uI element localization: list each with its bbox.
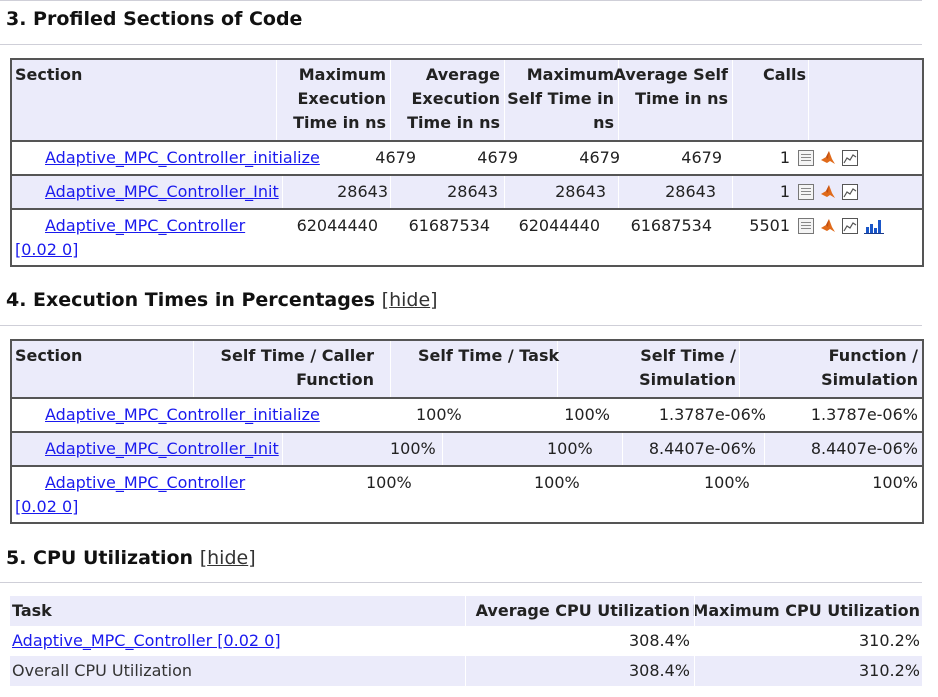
table-row: Adaptive_MPC_Controller_initialize 100% … — [12, 399, 922, 433]
section-link[interactable]: Adaptive_MPC_Controller_initialize — [45, 148, 320, 167]
rate-link[interactable]: [0.02 0] — [15, 240, 78, 259]
table-header: Section Self Time / Caller Function Self… — [12, 341, 922, 399]
section-divider — [0, 582, 922, 583]
avg-exec-value: 28643 — [447, 182, 498, 201]
top-divider — [0, 0, 922, 1]
section-link[interactable]: Adaptive_MPC_Controller_Init — [45, 182, 279, 201]
col-self-task: Self Time / Task — [418, 346, 560, 365]
col-avg-self: Average Self Time in ns — [613, 65, 728, 108]
table-header: Task Average CPU Utilization Maximum CPU… — [10, 596, 922, 626]
table-row: Overall CPU Utilization 308.4% 310.2% — [10, 656, 922, 686]
plot-icon[interactable] — [842, 150, 858, 166]
self-sim-value: 8.4407e-06% — [648, 439, 756, 458]
self-task-value: 100% — [564, 405, 610, 424]
rate-link[interactable]: [0.02 0] — [15, 497, 78, 516]
self-sim-value: 1.3787e-06% — [658, 405, 766, 424]
matlab-icon[interactable] — [820, 150, 836, 166]
col-self-caller: Self Time / Caller Function — [220, 346, 374, 389]
plot-icon[interactable] — [842, 184, 858, 200]
avg-self-value: 28643 — [665, 182, 716, 201]
max-self-value: 62044440 — [518, 216, 600, 235]
table-row: Adaptive_MPC_Controller_Init 28643 28643… — [12, 176, 922, 210]
avg-exec-value: 4679 — [477, 148, 518, 167]
col-task: Task — [12, 601, 52, 620]
self-sim-value: 100% — [704, 473, 750, 492]
table-row: Adaptive_MPC_Controller [0.02 0] 6204444… — [12, 210, 922, 266]
report-icon[interactable] — [798, 184, 814, 200]
task-link[interactable]: Adaptive_MPC_Controller [0.02 0] — [12, 626, 281, 656]
avg-self-value: 4679 — [681, 148, 722, 167]
cpu-utilization-table: Task Average CPU Utilization Maximum CPU… — [10, 596, 922, 688]
section-divider — [0, 44, 922, 45]
report-icon[interactable] — [798, 218, 814, 234]
bar-chart-icon[interactable] — [864, 218, 884, 234]
col-section: Section — [15, 346, 83, 365]
calls-value: 5501 — [749, 216, 790, 235]
hide-toggle: [hide] — [199, 547, 256, 569]
report-icon[interactable] — [798, 150, 814, 166]
section-link[interactable]: Adaptive_MPC_Controller — [45, 473, 245, 492]
table-row: Adaptive_MPC_Controller_Init 100% 100% 8… — [12, 433, 922, 467]
func-sim-value: 8.4407e-06% — [810, 439, 918, 458]
self-caller-value: 100% — [390, 439, 436, 458]
col-max-exec: Maximum Execution Time in ns — [293, 65, 386, 132]
max-exec-value: 4679 — [375, 148, 416, 167]
table-row: Adaptive_MPC_Controller [0.02 0] 308.4% … — [10, 626, 922, 656]
calls-value: 1 — [779, 182, 790, 201]
col-section: Section — [15, 65, 83, 84]
plot-icon[interactable] — [842, 218, 858, 234]
table-row: Adaptive_MPC_Controller [0.02 0] 100% 10… — [12, 467, 922, 523]
calls-value: 1 — [779, 148, 790, 167]
func-sim-value: 1.3787e-06% — [810, 405, 918, 424]
avg-exec-value: 61687534 — [408, 216, 490, 235]
avg-cpu-value: 308.4% — [628, 631, 690, 650]
max-cpu-value: 310.2% — [858, 631, 920, 650]
section-link[interactable]: Adaptive_MPC_Controller — [45, 216, 245, 235]
avg-cpu-value: 308.4% — [628, 661, 690, 680]
max-exec-value: 62044440 — [296, 216, 378, 235]
table-row: Adaptive_MPC_Controller_initialize 4679 … — [12, 142, 922, 176]
col-calls: Calls — [762, 65, 806, 84]
hide-link[interactable]: hide — [207, 547, 248, 569]
col-self-sim: Self Time / Simulation — [639, 346, 736, 389]
task-label: Overall CPU Utilization — [12, 661, 193, 680]
matlab-icon[interactable] — [820, 184, 836, 200]
max-self-value: 4679 — [579, 148, 620, 167]
hide-toggle: [hide] — [381, 289, 438, 311]
col-avg-exec: Average Execution Time in ns — [407, 65, 500, 132]
section-link[interactable]: Adaptive_MPC_Controller_Init — [45, 439, 279, 458]
func-sim-value: 100% — [872, 473, 918, 492]
max-cpu-value: 310.2% — [858, 661, 920, 680]
self-task-value: 100% — [547, 439, 593, 458]
profiled-sections-title: 3. Profiled Sections of Code — [6, 8, 303, 30]
section-divider — [0, 325, 922, 326]
col-avg-cpu: Average CPU Utilization — [475, 601, 690, 620]
col-func-sim: Function / Simulation — [821, 346, 918, 389]
col-max-cpu: Maximum CPU Utilization — [692, 601, 920, 620]
profiled-sections-table: Section Maximum Execution Time in ns Ave… — [10, 58, 924, 267]
section-link[interactable]: Adaptive_MPC_Controller_initialize — [45, 405, 320, 424]
max-self-value: 28643 — [555, 182, 606, 201]
hide-link[interactable]: hide — [389, 289, 430, 311]
cpu-utilization-title: 5. CPU Utilization [hide] — [6, 547, 256, 569]
matlab-icon[interactable] — [820, 218, 836, 234]
self-caller-value: 100% — [416, 405, 462, 424]
percentages-table: Section Self Time / Caller Function Self… — [10, 339, 924, 524]
self-caller-value: 100% — [366, 473, 412, 492]
max-exec-value: 28643 — [337, 182, 388, 201]
percentages-title: 4. Execution Times in Percentages [hide] — [6, 289, 438, 311]
avg-self-value: 61687534 — [630, 216, 712, 235]
self-task-value: 100% — [534, 473, 580, 492]
table-header: Section Maximum Execution Time in ns Ave… — [12, 60, 922, 142]
col-max-self: Maximum Self Time in ns — [507, 65, 614, 132]
